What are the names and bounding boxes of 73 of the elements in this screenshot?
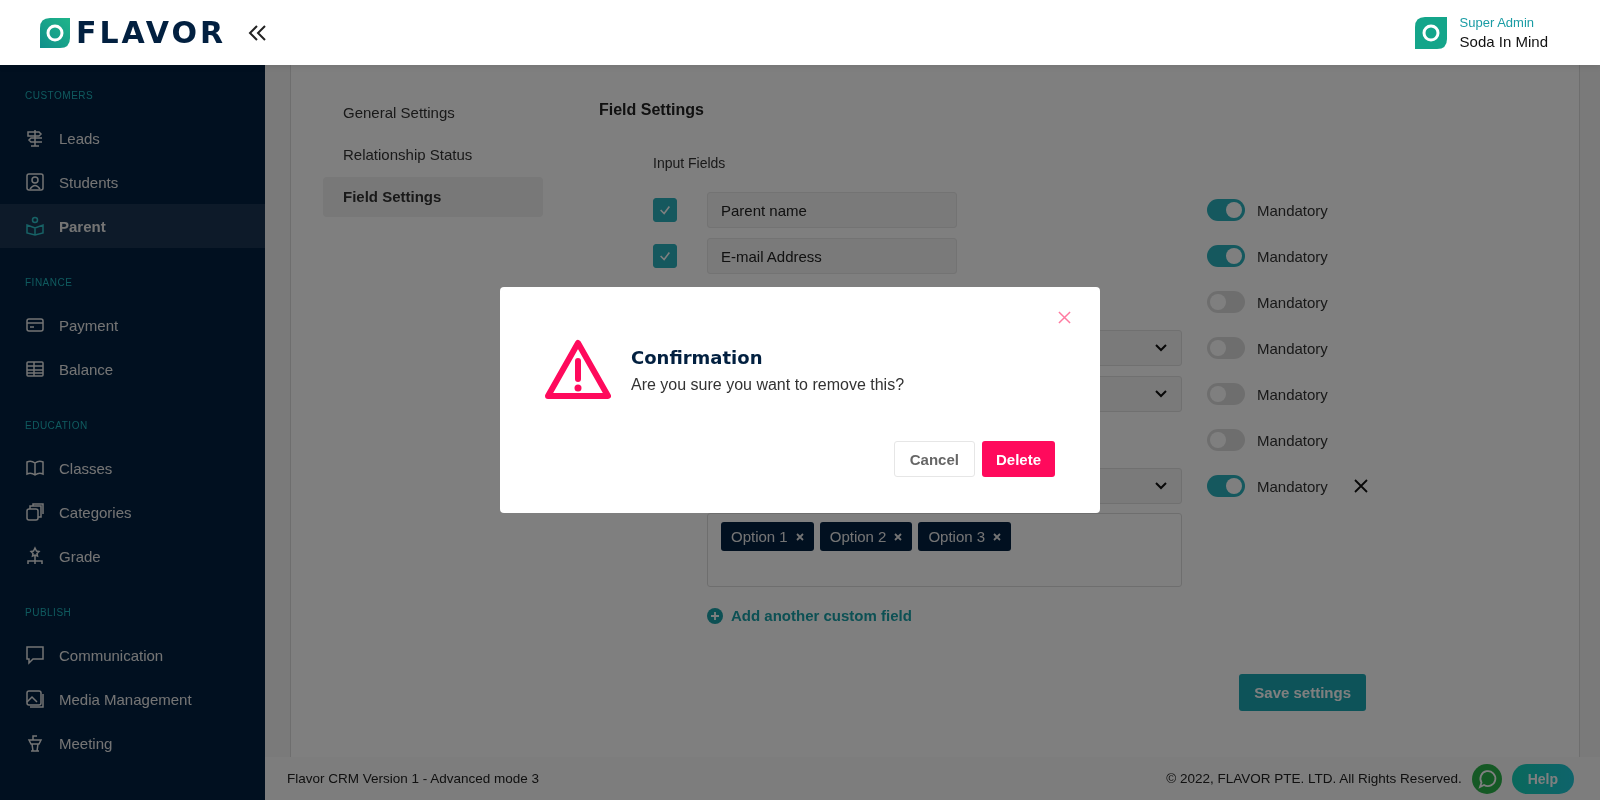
- collapse-icon[interactable]: [248, 23, 269, 42]
- close-icon[interactable]: [1353, 479, 1368, 493]
- toggle-label: Mandatory: [1257, 477, 1328, 495]
- sidebar-item[interactable]: Leads: [0, 116, 265, 160]
- option-tag[interactable]: Option 2: [819, 522, 913, 551]
- logo-icon: [40, 17, 70, 48]
- version-text: Flavor CRM Version 1 - Advanced mode 3: [287, 771, 540, 786]
- reader-icon: [25, 216, 45, 236]
- section-heading: CUSTOMERS: [24, 89, 95, 103]
- input-field[interactable]: Parent name: [707, 192, 957, 228]
- chevron-icon: [1155, 482, 1167, 490]
- section-heading: EDUCATION: [24, 419, 89, 433]
- input-field[interactable]: E-mail Address: [707, 238, 957, 274]
- toggle-label: Mandatory: [1257, 385, 1328, 403]
- logo-text: FLAVOR: [76, 15, 227, 50]
- checkbox[interactable]: [653, 198, 677, 222]
- option-tag[interactable]: Option 1: [721, 522, 814, 551]
- sidebar-item[interactable]: Categories: [0, 490, 265, 534]
- toggle-label: Mandatory: [1257, 293, 1328, 311]
- user-name: Soda In Mind: [1459, 33, 1548, 50]
- settings-tab[interactable]: Field Settings: [323, 177, 543, 217]
- cancel-button[interactable]: Cancel: [893, 441, 975, 477]
- checkmark-icon: [658, 203, 672, 217]
- table-icon: [25, 359, 45, 379]
- checkmark-icon: [658, 249, 672, 263]
- dialog-message: Are you sure you want to remove this?: [631, 375, 905, 394]
- add-icon[interactable]: [707, 607, 723, 624]
- options-field[interactable]: Option 1 Option 2 Option 3: [707, 513, 1182, 587]
- sidebar-item[interactable]: Classes: [0, 446, 265, 490]
- save-button[interactable]: Save settings: [1239, 674, 1366, 711]
- sidebar-item[interactable]: Balance: [0, 347, 265, 391]
- subtitle: Input Fields: [653, 155, 727, 171]
- id-card-icon: [25, 172, 45, 192]
- sidebar-item[interactable]: Communication: [0, 633, 265, 677]
- chat-bubble-icon[interactable]: [1471, 763, 1502, 794]
- settings-tab[interactable]: General Settings: [323, 93, 543, 133]
- user-role: Super Admin: [1459, 15, 1536, 30]
- section-title: Field Settings: [599, 101, 705, 119]
- copyright-text: © 2022, FLAVOR PTE. LTD. All Rights Reserved.: [1166, 771, 1462, 786]
- settings-tab[interactable]: Relationship Status: [323, 135, 543, 175]
- chat-icon: [25, 645, 45, 665]
- card-icon: [25, 315, 45, 335]
- sidebar-item[interactable]: Parent: [0, 204, 265, 248]
- checkbox[interactable]: [653, 244, 677, 268]
- sidebar-item[interactable]: Payment: [0, 303, 265, 347]
- add-field-link[interactable]: Add another custom field: [731, 607, 912, 624]
- toggle-switch[interactable]: [1207, 199, 1245, 221]
- toggle-label: Mandatory: [1257, 431, 1328, 449]
- close-icon[interactable]: [1058, 311, 1071, 324]
- dialog-title: Confirmation: [631, 346, 764, 368]
- sidebar-item[interactable]: Grade: [0, 534, 265, 578]
- toggle-switch[interactable]: [1207, 475, 1245, 497]
- delete-button[interactable]: Delete: [981, 441, 1055, 477]
- podium-icon: [25, 733, 45, 753]
- toggle-label: Mandatory: [1257, 247, 1328, 265]
- toggle-label: Mandatory: [1257, 339, 1328, 357]
- book-icon: [25, 458, 45, 478]
- image-icon: [25, 689, 45, 709]
- stack-icon: [25, 502, 45, 522]
- toggle-label: Mandatory: [1257, 201, 1328, 219]
- option-tag[interactable]: Option 3: [918, 522, 1012, 551]
- sidebar-item[interactable]: Media Management: [0, 677, 265, 721]
- sidebar-item[interactable]: Students: [0, 160, 265, 204]
- chevron-icon: [1155, 344, 1167, 352]
- toggle-switch[interactable]: [1207, 245, 1245, 267]
- signpost-icon: [25, 128, 45, 148]
- section-heading: FINANCE: [24, 276, 74, 290]
- section-heading: PUBLISH: [24, 606, 73, 620]
- avatar-icon[interactable]: [1414, 16, 1447, 49]
- chevron-icon: [1155, 390, 1167, 398]
- warning-icon: [545, 339, 611, 401]
- hierarchy-icon: [25, 546, 45, 566]
- sidebar-item[interactable]: Meeting: [0, 721, 265, 765]
